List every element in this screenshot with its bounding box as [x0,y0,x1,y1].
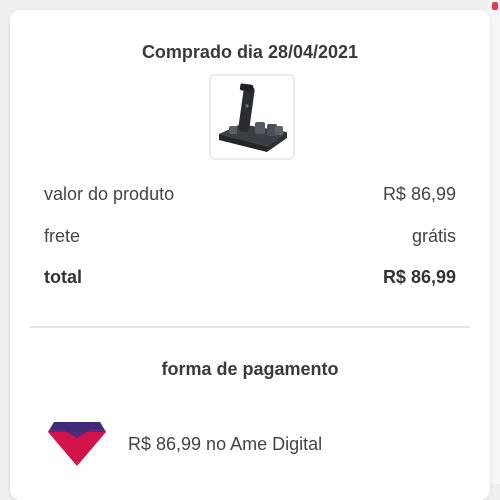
summary-row-shipping: frete grátis [44,226,456,247]
ame-digital-logo-icon [48,422,106,466]
summary-label: frete [44,226,81,246]
product-thumbnail[interactable] [209,74,295,160]
payment-section-title: forma de pagamento [161,359,339,379]
section-divider [30,326,470,328]
summary-row-product-value: valor do produto R$ 86,99 [44,184,456,205]
payment-method-row: R$ 86,99 no Ame Digital [44,420,322,468]
edge-indicator [492,2,498,10]
order-card: Comprado dia 28/04/2021 valor do produto… [10,10,490,500]
summary-value: grátis [411,226,456,246]
order-date-title: Comprado dia 28/04/2021 [141,42,359,62]
summary-label: valor do produto [44,184,175,204]
hair-trimmer-product-image [219,83,287,152]
summary-row-total: total R$ 86,99 [44,267,456,288]
payment-method-text: R$ 86,99 no Ame Digital [128,433,323,454]
summary-label: total [44,267,82,287]
summary-value: R$ 86,99 [382,267,456,287]
summary-value: R$ 86,99 [382,184,456,204]
